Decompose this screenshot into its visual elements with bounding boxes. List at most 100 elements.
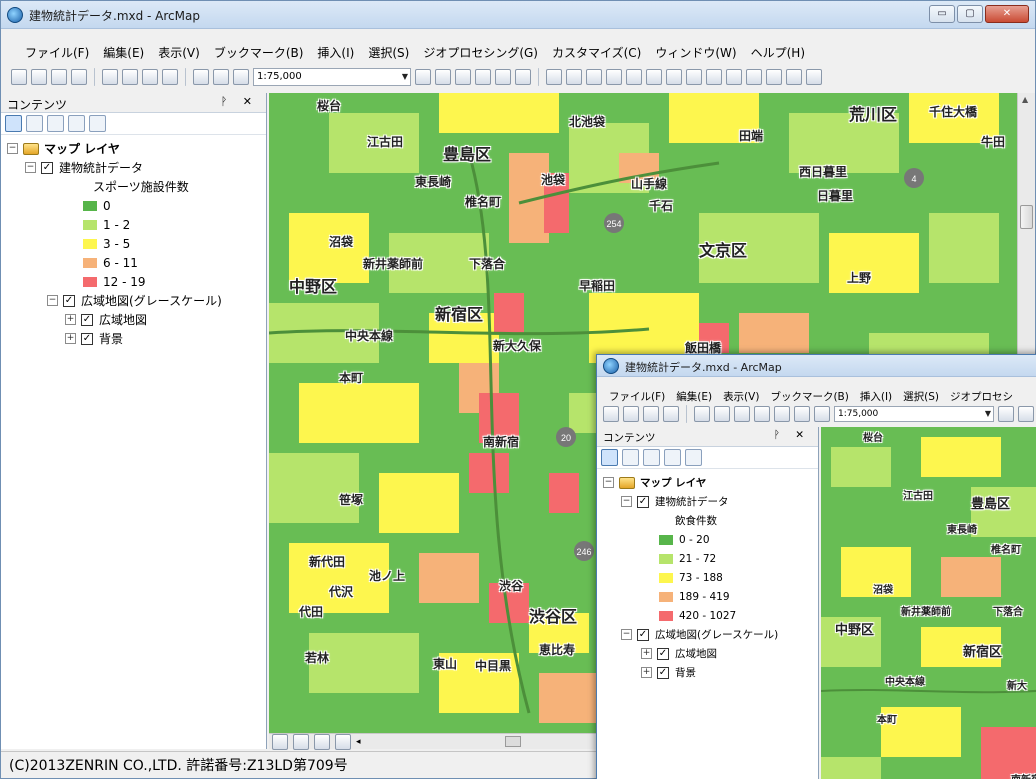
map-horizontal-scrollbar[interactable]: ◂ [269,733,599,750]
print-icon[interactable] [71,69,87,85]
layer-background[interactable]: + ✓ 背景 [597,663,818,682]
list-by-drawing-order-icon[interactable] [5,115,22,132]
editor-toolbar-icon[interactable] [415,69,431,85]
layer-group-basemap[interactable]: − ✓ 広域地図(グレースケール) [597,625,818,644]
scroll-thumb[interactable] [505,736,521,747]
menu-edit[interactable]: 編集(E) [103,44,144,61]
select-features-icon[interactable] [706,69,722,85]
search-window-icon[interactable] [475,69,491,85]
print-icon[interactable] [663,406,679,422]
cut-icon[interactable] [694,406,710,422]
map-layers-row[interactable]: − マップ レイヤ [1,139,266,158]
redo-icon[interactable] [794,406,810,422]
legend-item[interactable]: 420 - 1027 [597,606,818,625]
delete-icon[interactable] [754,406,770,422]
menu-view[interactable]: 表示(V) [158,44,200,61]
redo-icon[interactable] [213,69,229,85]
clear-selection-icon[interactable] [726,69,742,85]
python-window-icon[interactable] [515,69,531,85]
collapse-icon[interactable]: − [47,295,58,306]
undo-icon[interactable] [774,406,790,422]
title-bar[interactable]: 建物統計データ.mxd - ArcMap ▭ ▢ ✕ [1,1,1035,29]
fixed-zoom-out-icon[interactable] [646,69,662,85]
legend-item[interactable]: 189 - 419 [597,587,818,606]
scroll-up-arrow-icon[interactable]: ▲ [1022,95,1028,104]
cut-icon[interactable] [102,69,118,85]
save-icon[interactable] [643,406,659,422]
menu-geoprocessing[interactable]: ジオプロセシング(G) [423,44,538,61]
full-extent-globe-icon[interactable] [606,69,622,85]
forward-arrow-icon[interactable] [686,69,702,85]
legend-item[interactable]: 1 - 2 [1,215,266,234]
menu-windows[interactable]: ウィンドウ(W) [655,44,736,61]
arctoolbox-icon[interactable] [495,69,511,85]
pause-drawing-icon[interactable] [335,733,351,750]
expand-icon[interactable]: + [641,648,652,659]
menu-geoprocessing[interactable]: ジオプロセシ [950,389,1013,404]
maximize-button[interactable]: ▢ [957,5,983,23]
layer-visibility-checkbox[interactable]: ✓ [637,495,649,508]
collapse-icon[interactable]: − [7,143,18,154]
layer-visibility-checkbox[interactable]: ✓ [637,628,649,641]
menu-bookmarks[interactable]: ブックマーク(B) [214,44,304,61]
save-icon[interactable] [51,69,67,85]
menu-selection[interactable]: 選択(S) [368,44,409,61]
expand-icon[interactable]: + [641,667,652,678]
fixed-zoom-in-icon[interactable] [626,69,642,85]
add-data-icon[interactable] [814,406,830,422]
catalog-window-icon[interactable] [455,69,471,85]
add-data-icon[interactable] [233,69,249,85]
menu-file[interactable]: ファイル(F) [609,389,665,404]
hyperlink-icon[interactable] [786,69,802,85]
collapse-icon[interactable]: − [621,629,632,640]
list-by-selection-icon[interactable] [68,115,85,132]
menu-edit[interactable]: 編集(E) [676,389,712,404]
new-document-icon[interactable] [11,69,27,85]
menu-selection[interactable]: 選択(S) [903,389,939,404]
editor-toolbar-icon[interactable] [998,406,1014,422]
toc-options-icon[interactable] [89,115,106,132]
toc-pin-close[interactable]: ᚹ ✕ [221,95,258,108]
delete-icon[interactable] [162,69,178,85]
refresh-icon[interactable] [314,733,330,750]
collapse-icon[interactable]: − [25,162,36,173]
legend-item[interactable]: 0 [1,196,266,215]
menu-customize[interactable]: カスタマイズ(C) [552,44,641,61]
layer-visibility-checkbox[interactable]: ✓ [657,666,669,679]
legend-item[interactable]: 21 - 72 [597,549,818,568]
layer-building-stats[interactable]: − ✓ 建物統計データ [1,158,266,177]
list-by-source-icon[interactable] [26,115,43,132]
layer-basemap[interactable]: + ✓ 広域地図 [1,310,266,329]
toc-pin-close[interactable]: ᚹ ✕ [774,429,810,441]
expand-icon[interactable]: + [65,333,76,344]
layer-visibility-checkbox[interactable]: ✓ [63,294,75,307]
zoom-out-icon[interactable] [566,69,582,85]
scroll-left-arrow-icon[interactable]: ◂ [356,737,361,747]
list-by-visibility-icon[interactable] [47,115,64,132]
minimize-button[interactable]: ▭ [929,5,955,23]
legend-item[interactable]: 12 - 19 [1,272,266,291]
menu-view[interactable]: 表示(V) [723,389,759,404]
layer-basemap[interactable]: + ✓ 広域地図 [597,644,818,663]
pan-hand-icon[interactable] [586,69,602,85]
menu-help[interactable]: ヘルプ(H) [751,44,805,61]
list-by-selection-icon[interactable] [664,449,681,466]
open-folder-icon[interactable] [623,406,639,422]
legend-item[interactable]: 73 - 188 [597,568,818,587]
legend-item[interactable]: 0 - 20 [597,530,818,549]
layer-building-stats[interactable]: − ✓ 建物統計データ [597,492,818,511]
menu-bookmarks[interactable]: ブックマーク(B) [770,389,848,404]
list-by-source-icon[interactable] [622,449,639,466]
copy-icon[interactable] [714,406,730,422]
identify-info-icon[interactable] [766,69,782,85]
layer-visibility-checkbox[interactable]: ✓ [41,161,53,174]
menu-insert[interactable]: 挿入(I) [860,389,892,404]
list-by-visibility-icon[interactable] [643,449,660,466]
paste-icon[interactable] [734,406,750,422]
table-of-contents-icon[interactable] [1018,406,1034,422]
map-layers-row[interactable]: − マップ レイヤ [597,473,818,492]
layer-group-basemap[interactable]: − ✓ 広域地図(グレースケール) [1,291,266,310]
menu-file[interactable]: ファイル(F) [25,44,89,61]
list-by-drawing-order-icon[interactable] [601,449,618,466]
undo-icon[interactable] [193,69,209,85]
